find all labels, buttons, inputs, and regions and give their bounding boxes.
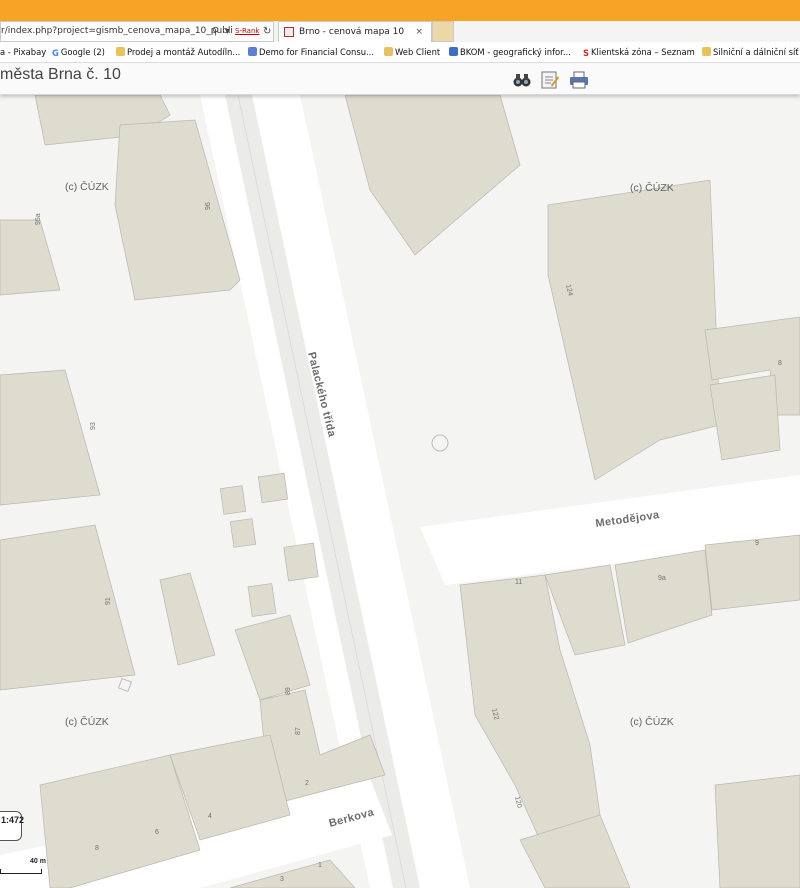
house-number: 91 <box>105 597 112 605</box>
web-icon <box>248 47 257 56</box>
building <box>219 485 247 515</box>
bookmark-google[interactable]: G Google (2) <box>52 42 105 62</box>
binoculars-icon[interactable] <box>512 71 532 89</box>
cadastral-map[interactable]: (c) ČÚZK (c) ČÚZK (c) ČÚZK (c) ČÚZK Pala… <box>0 95 800 888</box>
scale-text: 1:472 <box>1 815 25 825</box>
house-number: 8 <box>778 360 782 367</box>
house-number: 9 <box>755 540 759 547</box>
new-tab-button[interactable] <box>432 21 454 42</box>
house-number: 89 <box>285 687 292 695</box>
close-tab-icon[interactable]: × <box>415 22 423 42</box>
bookmark-silnicni[interactable]: Silniční a dálniční síť <box>702 42 799 62</box>
browser-titlebar <box>0 0 800 21</box>
house-number: 96 <box>205 202 212 210</box>
house-number: 1 <box>318 862 322 869</box>
building <box>704 534 800 611</box>
house-number: 11 <box>515 579 522 586</box>
house-number: 95a <box>35 213 42 225</box>
bkom-icon <box>449 47 458 56</box>
scale-display[interactable]: 1:472 <box>0 811 25 841</box>
cuzk-watermark: (c) ČÚZK <box>630 181 674 194</box>
refresh-icon[interactable]: ↻ <box>263 22 271 41</box>
map-favicon-icon <box>284 27 294 37</box>
house-number: 4 <box>208 813 212 820</box>
bookmark-prodej[interactable]: Prodej a montáž Autodíln... <box>116 42 240 62</box>
bookmark-pixabay[interactable]: a - Pixabay <box>0 42 46 62</box>
house-number: 8 <box>95 845 99 852</box>
house-number: 2 <box>305 780 309 787</box>
building <box>247 583 277 617</box>
bookmarks-bar: a - Pixabay G Google (2) Prodej a montáž … <box>0 42 800 63</box>
map-view[interactable]: (c) ČÚZK (c) ČÚZK (c) ČÚZK (c) ČÚZK Pala… <box>0 95 800 888</box>
cuzk-watermark: (c) ČÚZK <box>65 180 109 193</box>
house-number: 6 <box>155 829 159 836</box>
building <box>709 374 781 461</box>
google-icon: G <box>52 48 59 58</box>
ie-page-icon <box>116 47 125 56</box>
building <box>714 774 800 888</box>
url-text: r/index.php?project=gismb_cenova_mapa_10… <box>1 26 233 36</box>
bookmark-demo-financial[interactable]: Demo for Financial Consu... <box>248 42 374 62</box>
ie-page-icon <box>384 47 393 56</box>
tab-title: Brno - cenová mapa 10 <box>299 27 405 37</box>
seznam-icon: S <box>583 48 590 58</box>
dropdown-icon[interactable]: ▾ <box>225 22 230 41</box>
bookmark-bkom[interactable]: BKOM - geografický infor... <box>449 42 571 62</box>
search-icon[interactable]: ⚲ <box>212 22 219 41</box>
bookmark-seznam[interactable]: S Klientská zóna – Seznam <box>583 42 695 62</box>
address-bar[interactable]: r/index.php?project=gismb_cenova_mapa_10… <box>0 21 274 42</box>
scale-bar <box>0 869 42 874</box>
house-number: 93 <box>90 422 97 430</box>
house-number: 9a <box>658 575 666 582</box>
ie-page-icon <box>702 47 711 56</box>
building <box>229 518 257 548</box>
cuzk-watermark: (c) ČÚZK <box>630 715 674 728</box>
house-number: 3 <box>280 876 284 883</box>
app-header: města Brna č. 10 <box>0 63 800 95</box>
rank-label[interactable]: S-Rank <box>235 22 259 41</box>
cuzk-watermark: (c) ČÚZK <box>65 715 109 728</box>
bookmark-web-client[interactable]: Web Client <box>384 42 440 62</box>
building <box>257 472 289 504</box>
scale-bar-label: 40 m <box>30 858 46 865</box>
legend-icon[interactable] <box>540 71 560 89</box>
page-title: města Brna č. 10 <box>0 66 121 83</box>
print-icon[interactable] <box>569 71 589 89</box>
building <box>283 542 319 582</box>
tab-brno-cenova-mapa[interactable]: Brno - cenová mapa 10 × <box>278 21 432 42</box>
house-number: 87 <box>295 727 302 735</box>
